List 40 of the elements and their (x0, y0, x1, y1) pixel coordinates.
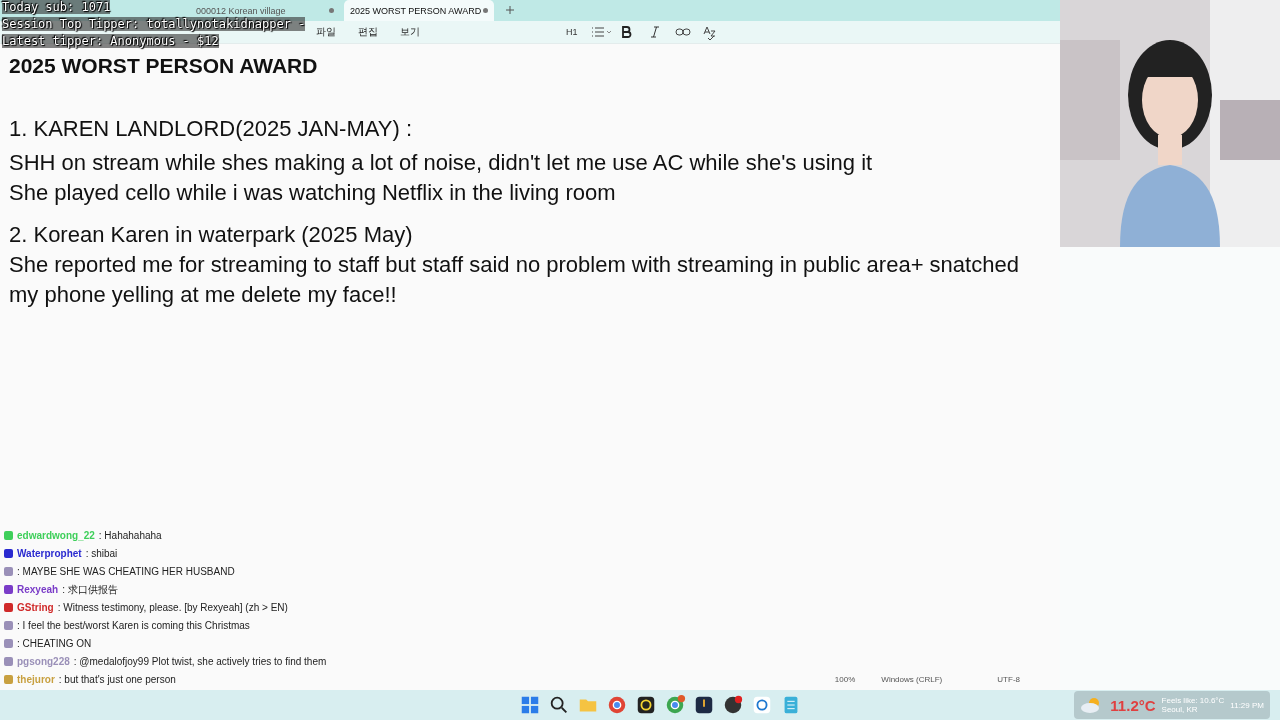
document-paragraph: 2. Korean Karen in waterpark (2025 May) (9, 221, 414, 249)
chat-message: : @medalofjoy99 Plot twist, she actively tries to find them (73, 655, 327, 669)
chat-message: : I feel the best/worst Karen is coming this Christmas (17, 619, 250, 633)
chat-message: : 求口供报告 (62, 583, 118, 597)
stream-overlay-text: Session Top Tipper: totallynotakidnapper - (2, 17, 306, 31)
dot-icon (329, 8, 334, 13)
chat-message: : Witness testimony, please. [by Rexyeah] (zh > EN) (57, 601, 288, 615)
list-icon[interactable] (589, 24, 612, 40)
feels-like: Feels like: 10.6°C (1161, 696, 1225, 705)
chat-message: : shibai (85, 547, 118, 561)
chat-username: Waterprophet (17, 547, 82, 561)
document-paragraph: She played cello while i was watching Netflix in the living room (9, 179, 617, 207)
document-paragraph: She reported me for streaming to staff but staff said no problem with streaming in public area+ snatched my phone yelling at me delete my face!! (9, 251, 1019, 309)
chat-message: : Hahahahaha (98, 529, 162, 543)
chat-username: Rexyeah (17, 583, 59, 597)
menu-item[interactable]: 보기 (400, 25, 420, 39)
temperature: 11.2°C (1110, 696, 1156, 714)
new-tab-icon[interactable] (504, 4, 516, 16)
chat-username: GString (17, 601, 54, 615)
heading-dropdown[interactable]: H1 (560, 27, 584, 37)
zoom-level: 100% (834, 674, 856, 684)
tab[interactable]: 2025 WORST PERSON AWARD (344, 0, 494, 21)
menu-item[interactable]: 편집 (358, 25, 378, 39)
chat-message: : but that's just one person (58, 673, 176, 687)
chat-message: : MAYBE SHE WAS CHEATING HER HUSBAND (17, 565, 235, 579)
chat-username: pgsong228 (17, 655, 70, 669)
document-heading: 1. KAREN LANDLORD(2025 JAN-MAY) : (9, 115, 414, 143)
document-paragraph: SHH on stream while shes making a lot of noise, didn't let me use AC while she's using it (9, 149, 874, 177)
chat-username: edwardwong_22 (17, 529, 95, 543)
document-title: 2025 WORST PERSON AWARD (9, 54, 319, 78)
dot-icon (483, 8, 488, 13)
chat-message: : CHEATING ON (17, 637, 92, 651)
menu-item[interactable]: 파일 (316, 25, 336, 39)
stream-overlay-text: Today sub: 1071 (2, 0, 111, 14)
stream-overlay-text: Latest tipper: Anonymous - $12 (2, 34, 219, 48)
encoding: UTF-8 (997, 674, 1020, 684)
clock: 11:29 PM (1230, 700, 1264, 710)
line-ending: Windows (CRLF) (881, 674, 944, 684)
location: Seoul, KR (1161, 705, 1199, 714)
chat-username: thejuror (17, 673, 55, 687)
